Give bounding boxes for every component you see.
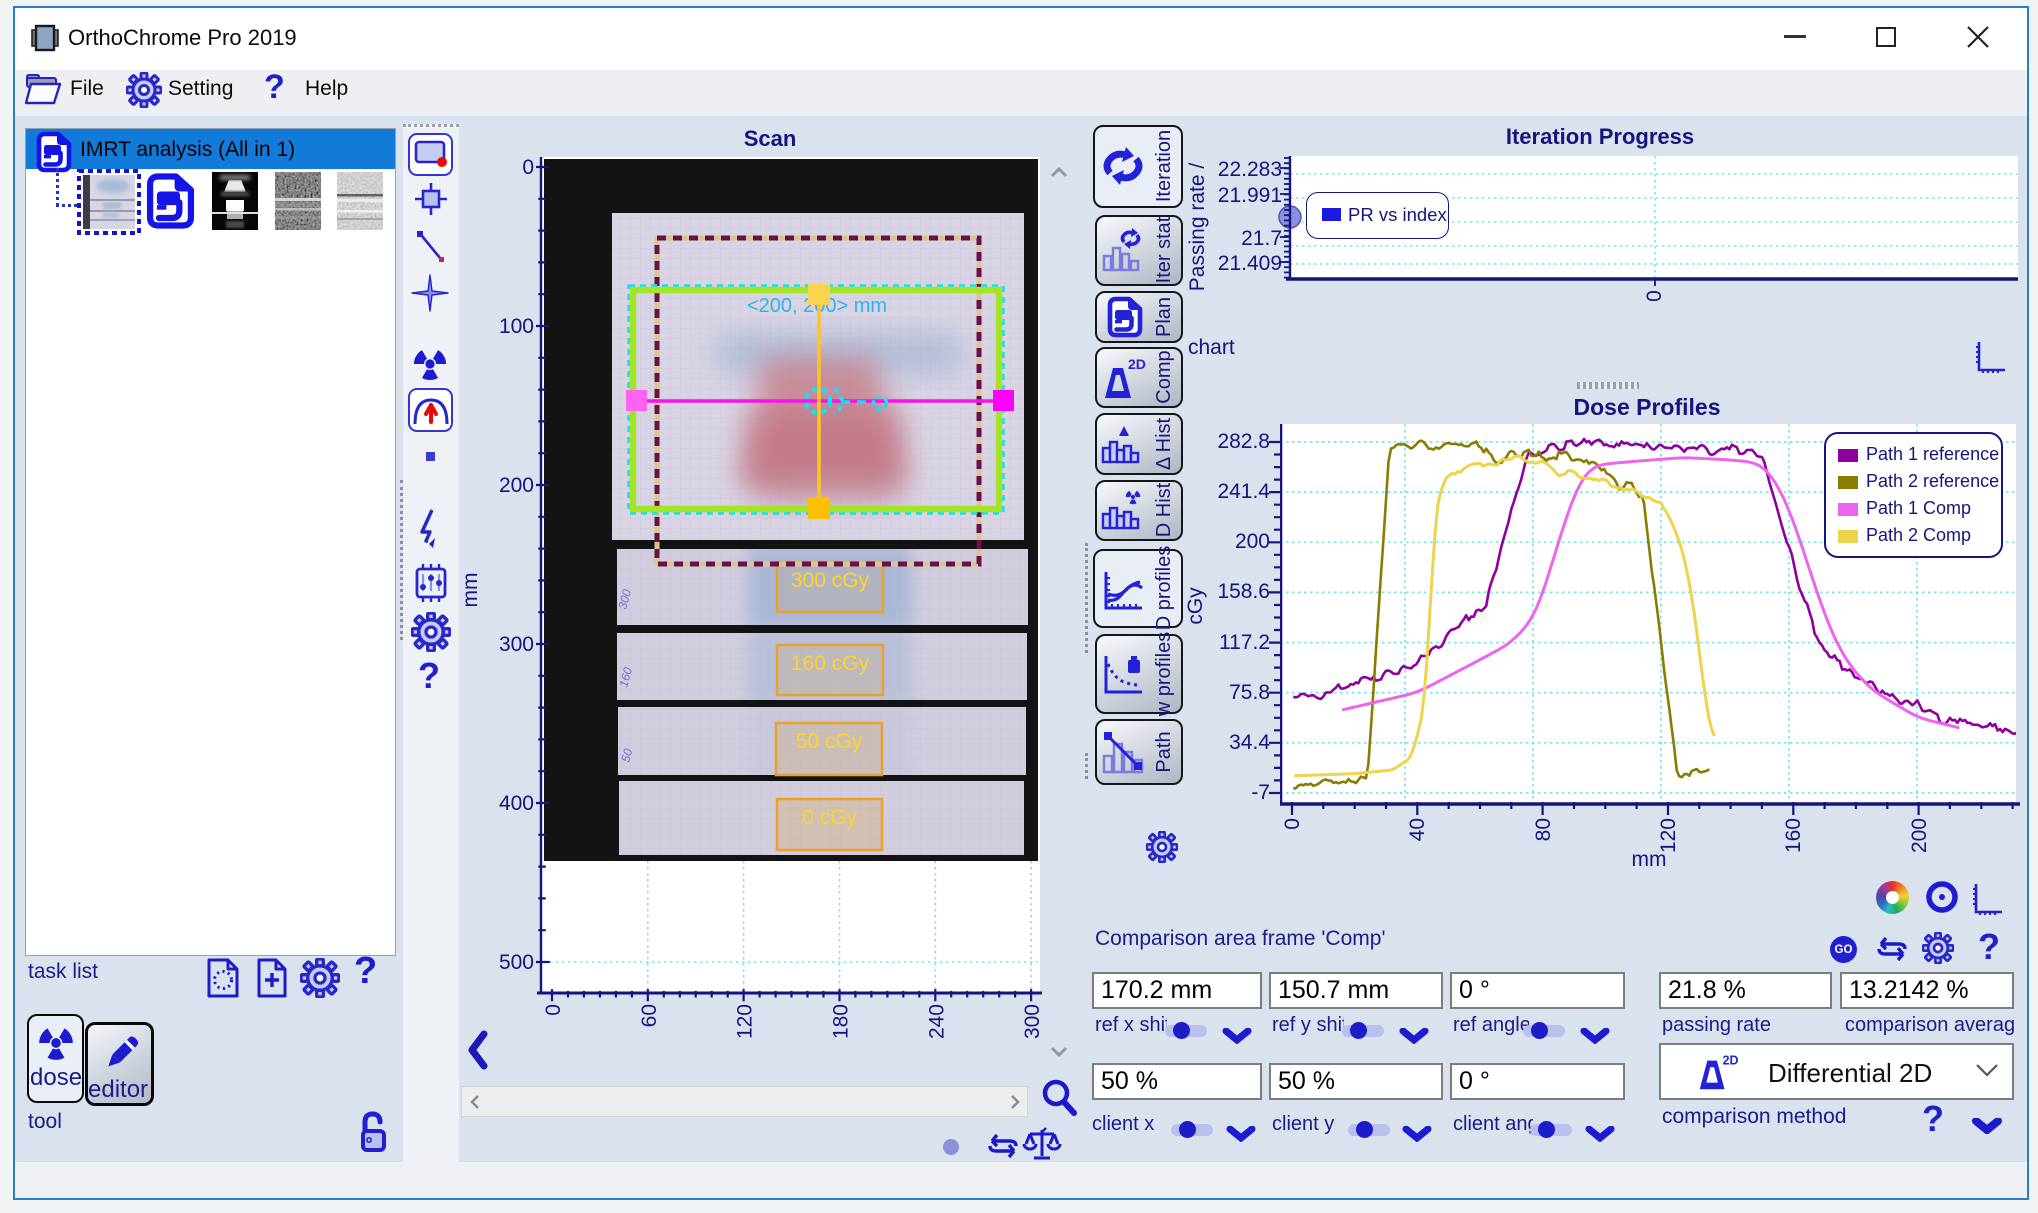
svg-text:120: 120	[734, 1004, 757, 1039]
svg-text:300: 300	[1021, 1004, 1044, 1039]
svg-text:0 cGy: 0 cGy	[802, 806, 857, 829]
svg-text:400: 400	[499, 792, 534, 815]
svg-text:0: 0	[542, 1004, 565, 1016]
svg-text:mm: mm	[460, 573, 482, 608]
svg-text:300: 300	[499, 633, 534, 656]
svg-text:180: 180	[830, 1004, 853, 1039]
svg-text:160 cGy: 160 cGy	[791, 652, 870, 675]
svg-text:200: 200	[499, 474, 534, 497]
svg-text:100: 100	[499, 315, 534, 338]
svg-text:500: 500	[499, 951, 534, 974]
svg-text:240: 240	[925, 1004, 948, 1039]
svg-text:0: 0	[522, 156, 534, 179]
svg-text:300 cGy: 300 cGy	[791, 569, 870, 592]
svg-text:2D: 2D	[1723, 1053, 1738, 1067]
svg-text:60: 60	[638, 1004, 661, 1027]
svg-text:mm: mm	[775, 1042, 810, 1048]
svg-text:50 cGy: 50 cGy	[796, 730, 863, 753]
svg-text:2D: 2D	[1128, 356, 1146, 372]
